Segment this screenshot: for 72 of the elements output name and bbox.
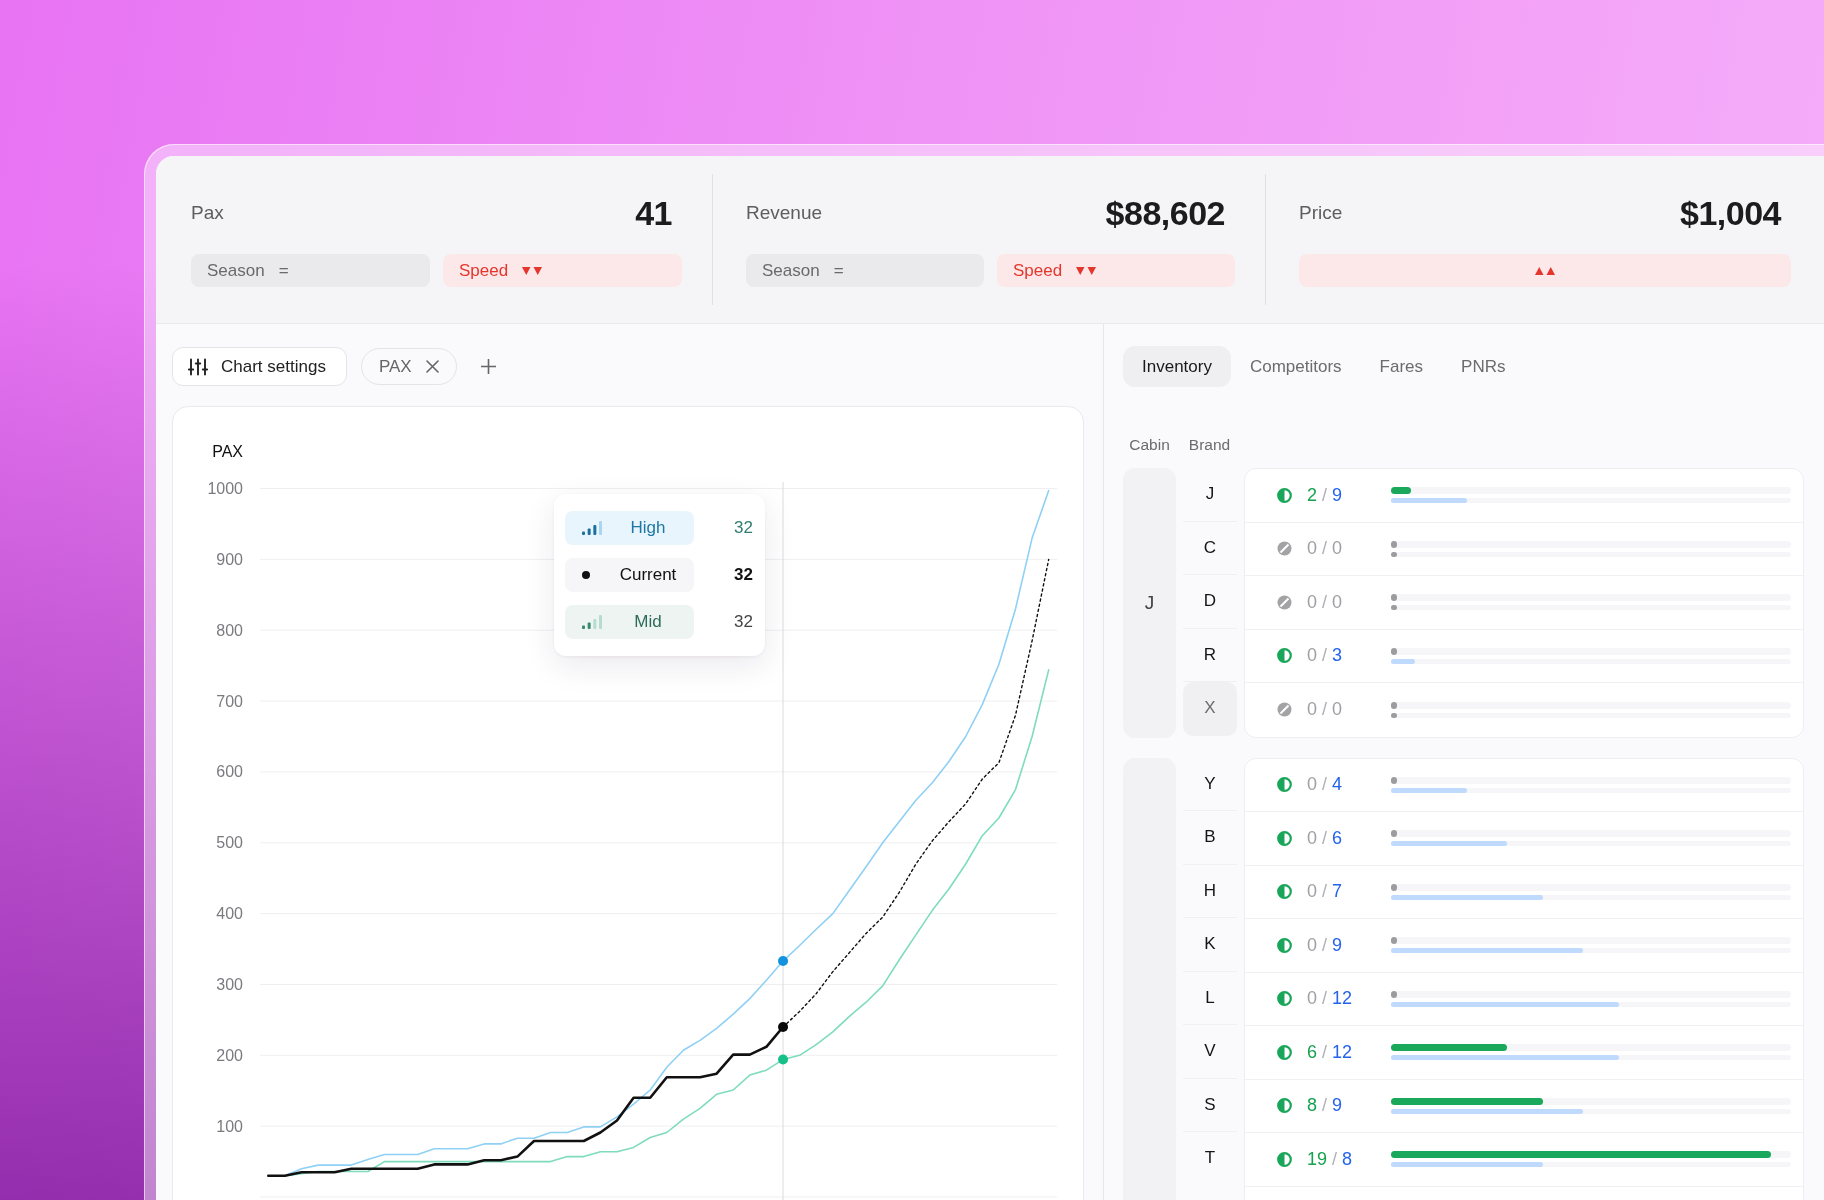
stat-value: 41 xyxy=(635,193,672,233)
seat-count: 6 / 12 xyxy=(1307,1041,1354,1063)
seat-count: 0 / 3 xyxy=(1307,645,1344,667)
y-tick-label: 100 xyxy=(216,1117,243,1135)
y-tick-label: 900 xyxy=(216,550,243,568)
series-name: High xyxy=(629,518,667,538)
seat-count: 2 / 9 xyxy=(1307,484,1344,506)
filter-chip[interactable]: Season = xyxy=(191,254,430,287)
seat-count: 0 / 0 xyxy=(1307,538,1344,560)
cabin-cell: J xyxy=(1123,468,1176,738)
seat-count: 0 / 12 xyxy=(1307,988,1354,1010)
y-tick-label: 200 xyxy=(216,1046,243,1064)
down-triangles-icon xyxy=(522,266,543,275)
brand-cell: J xyxy=(1183,468,1237,522)
series-value: 32 xyxy=(733,565,753,585)
trend-chip[interactable]: Speed xyxy=(997,254,1235,287)
stat-value: $1,004 xyxy=(1680,193,1781,233)
series-name: Current xyxy=(618,565,678,585)
y-tick-label: 300 xyxy=(216,975,243,993)
brand-cell: S xyxy=(1183,1078,1237,1132)
brand-cell: L xyxy=(1183,971,1237,1025)
trend-chip[interactable]: Speed xyxy=(443,254,682,287)
stat-label: Price xyxy=(1299,202,1343,224)
point-marker-icon xyxy=(778,956,789,967)
series-value: 32 xyxy=(733,612,753,632)
brand-cell-text: T xyxy=(1203,1147,1217,1170)
down-triangles-icon xyxy=(1076,266,1097,275)
brand-cell: V xyxy=(1183,1025,1237,1079)
seat-count: 0 / 6 xyxy=(1307,827,1344,849)
signal-bars-icon xyxy=(582,521,602,535)
brand-cell: C xyxy=(1183,521,1237,575)
seat-count: 8 / 9 xyxy=(1307,1095,1344,1117)
column-header: Brand xyxy=(1187,436,1232,454)
stat-label: Revenue xyxy=(746,202,823,224)
y-tick-label: 800 xyxy=(216,621,243,639)
point-marker-icon xyxy=(778,1021,789,1032)
series-value: 32 xyxy=(733,518,753,538)
tab[interactable]: Competitors xyxy=(1230,346,1361,387)
brand-cell: B xyxy=(1183,811,1237,865)
sliders-icon xyxy=(188,357,208,376)
tab[interactable]: Inventory xyxy=(1123,346,1231,387)
seat-count: 0 / 9 xyxy=(1307,934,1344,956)
seat-count: 0 / 0 xyxy=(1307,591,1344,613)
brand-cell: Y xyxy=(1183,757,1237,811)
y-axis-title: PAX xyxy=(212,442,243,460)
y-tick-label: 700 xyxy=(216,692,243,710)
signal-bars-icon xyxy=(582,615,602,629)
stat-label: Pax xyxy=(191,202,224,224)
dot-icon xyxy=(582,571,590,579)
brand-cell: X xyxy=(1183,682,1237,736)
brand-cell: H xyxy=(1183,864,1237,918)
plus-icon xyxy=(480,359,496,374)
seat-count: 0 / 0 xyxy=(1307,699,1344,721)
y-tick-label: 400 xyxy=(216,905,243,923)
series-name: Mid xyxy=(633,612,663,632)
brand-cell: K xyxy=(1183,918,1237,972)
seat-count: 0 / 7 xyxy=(1307,881,1344,903)
seat-count: 19 / 8 xyxy=(1307,1148,1354,1170)
filter-chip[interactable]: Season = xyxy=(746,254,984,287)
tab[interactable]: Fares xyxy=(1360,346,1443,387)
y-tick-label: 500 xyxy=(216,834,243,852)
seat-count: 0 / 4 xyxy=(1307,774,1344,796)
up-triangles-icon xyxy=(1535,266,1555,275)
stat-value: $88,602 xyxy=(1105,193,1225,233)
column-header: Cabin xyxy=(1128,436,1171,454)
y-tick-label: 1000 xyxy=(207,480,243,497)
tab[interactable]: PNRs xyxy=(1442,346,1525,387)
chart-settings-button[interactable]: Chart settings xyxy=(172,347,347,386)
y-tick-label: 600 xyxy=(216,763,243,781)
point-marker-icon xyxy=(778,1054,789,1065)
brand-cell: D xyxy=(1183,575,1237,629)
close-icon[interactable] xyxy=(425,360,439,373)
